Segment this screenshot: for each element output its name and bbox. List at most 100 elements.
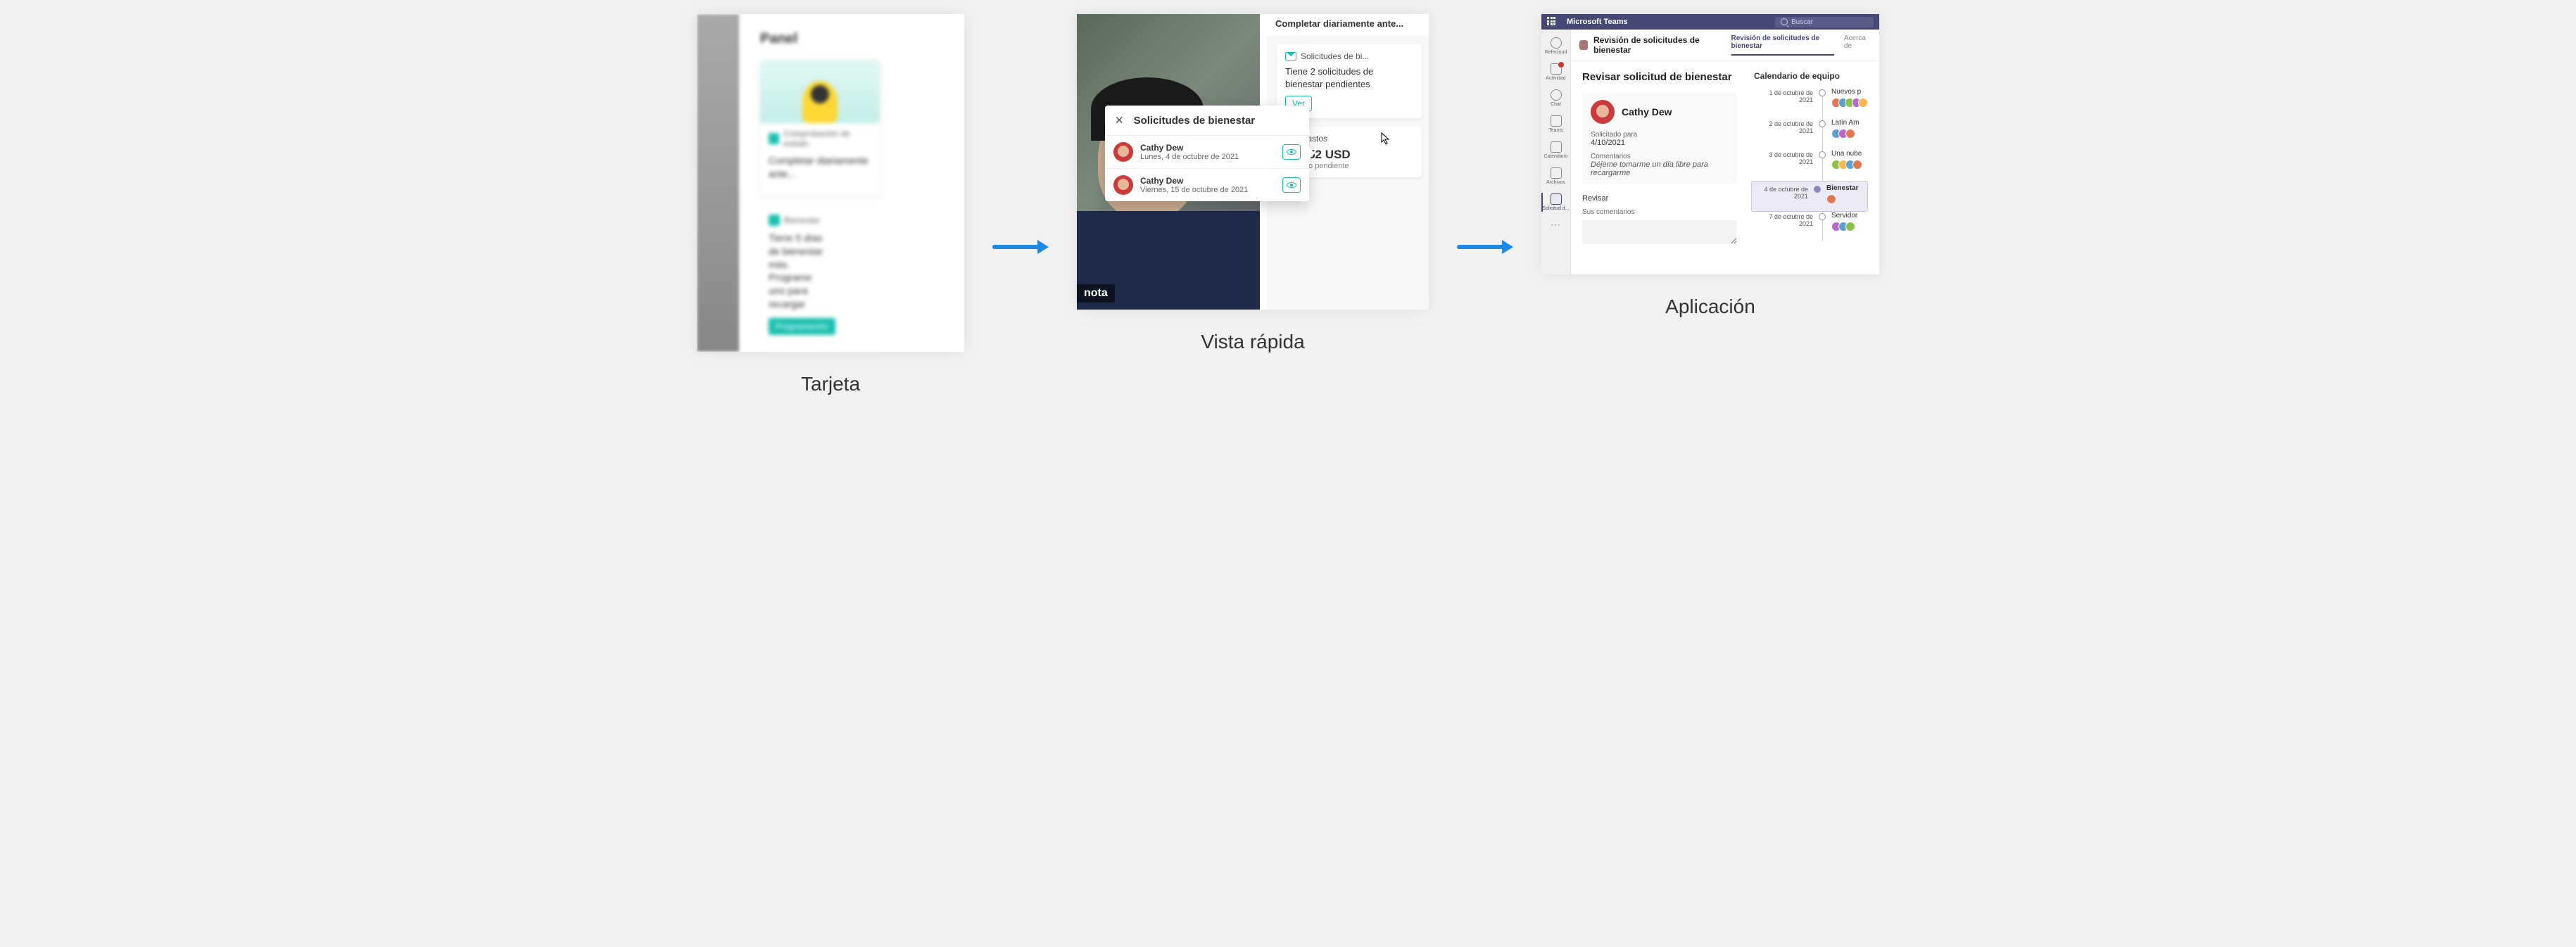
rail-item-actividad[interactable]: Actividad — [1541, 60, 1570, 84]
caption-tarjeta: Tarjeta — [697, 373, 964, 395]
teams-icon — [1551, 115, 1562, 127]
envelope-icon — [1285, 52, 1296, 61]
rail-label: Chat — [1551, 102, 1561, 107]
request-row[interactable]: Cathy Dew Viernes, 15 de octubre de 2021 — [1105, 169, 1309, 201]
app-title: Revisión de solicitudes de bienestar — [1593, 35, 1719, 55]
callout-arrow-icon — [1309, 148, 1315, 159]
card-tag: Comprobación de estado — [783, 129, 871, 148]
notification-badge — [1558, 61, 1565, 68]
section-title: Calendario de equipo — [1754, 71, 1868, 81]
event-date: 4 de octubre de 2021 — [1752, 184, 1808, 200]
event-date: 3 de octubre de 2021 — [1754, 150, 1813, 165]
view-icon-button[interactable] — [1282, 144, 1301, 160]
flow-arrow-icon — [992, 243, 1049, 250]
timeline-dot-icon — [1819, 89, 1826, 96]
calendar-column: Calendario de equipo 1 de octubre de 202… — [1754, 71, 1868, 265]
rail-label: Actividad — [1546, 76, 1565, 81]
field-value: Déjeme tomarme un día libre para recarga… — [1591, 160, 1729, 177]
timeline-event-selected[interactable]: 4 de octubre de 2021 Bienestar — [1751, 181, 1868, 212]
tab-revision[interactable]: Revisión de solicitudes de bienestar — [1731, 34, 1834, 56]
comments-textarea[interactable] — [1582, 220, 1737, 244]
panel-aplicacion: Microsoft Teams Buscar Refecloud Activid… — [1541, 14, 1879, 274]
card-status-check[interactable]: Comprobación de estado Completar diariam… — [760, 60, 880, 196]
request-card: Cathy Dew Solicitado para 4/10/2021 Come… — [1582, 93, 1737, 184]
search-icon — [1781, 18, 1788, 25]
close-icon[interactable]: ✕ — [1115, 114, 1124, 127]
rail-item-solicitud[interactable]: Solicitud d... — [1541, 190, 1570, 215]
rail-label: Calendario — [1544, 154, 1568, 159]
caption-aplicacion: Aplicación — [1541, 295, 1879, 318]
eye-icon — [1287, 182, 1296, 188]
field-value: 4/10/2021 — [1591, 139, 1729, 147]
rail-label: Archivos — [1546, 180, 1565, 185]
event-date: 1 de octubre de 2021 — [1754, 88, 1813, 103]
rail-label: Solicitud d... — [1542, 206, 1569, 211]
event-date: 2 de octubre de 2021 — [1754, 119, 1813, 134]
person-name: Cathy Dew — [1622, 106, 1672, 117]
photo-tag: nota — [1077, 284, 1115, 303]
teams-app-rail: Refecloud Actividad Chat Teams Calendari… — [1541, 30, 1571, 274]
event-title: Servidor — [1831, 212, 1868, 220]
search-placeholder: Buscar — [1791, 18, 1813, 26]
avatar — [1113, 142, 1133, 162]
person-name: Cathy Dew — [1140, 176, 1275, 186]
person-name: Cathy Dew — [1140, 143, 1275, 153]
card-body: Tiene 2 solicitudes de bienestar pendien… — [1285, 65, 1413, 90]
quick-view-popup: ✕ Solicitudes de bienestar Cathy Dew Lun… — [1105, 106, 1309, 201]
app-header: Revisión de solicitudes de bienestar Rev… — [1571, 30, 1879, 61]
review-column: Revisar solicitud de bienestar Cathy Dew… — [1582, 71, 1737, 265]
files-icon — [1551, 167, 1562, 179]
rail-item-chat[interactable]: Chat — [1541, 86, 1570, 110]
rail-item-archivos[interactable]: Archivos — [1541, 164, 1570, 189]
search-input[interactable]: Buscar — [1775, 17, 1874, 27]
flow-arrow-icon — [1457, 243, 1513, 250]
timeline-event[interactable]: 2 de octubre de 2021 Latín Am — [1754, 119, 1868, 150]
field-label: Sus comentarios — [1582, 208, 1737, 216]
spa-icon — [769, 215, 780, 226]
card-title: Bienestar — [784, 215, 820, 225]
panel-vista-rapida: nota Completar diariamente ante... Solic… — [1077, 14, 1429, 310]
app-brand: Microsoft Teams — [1567, 18, 1628, 26]
calendar-icon — [1551, 141, 1562, 153]
eye-icon — [1287, 149, 1296, 155]
schedule-button[interactable]: Programación — [769, 318, 835, 335]
view-icon-button[interactable] — [1282, 177, 1301, 193]
timeline-event[interactable]: 7 de octubre de 2021 Servidor — [1754, 212, 1868, 243]
avatar — [1591, 100, 1615, 124]
event-date: 7 de octubre de 2021 — [1754, 212, 1813, 227]
rail-item-refecloud[interactable]: Refecloud — [1541, 34, 1570, 58]
timeline-dot-icon — [1819, 151, 1826, 158]
timeline-event[interactable]: 1 de octubre de 2021 Nuevos p — [1754, 88, 1868, 119]
timeline-dot-icon — [1819, 120, 1826, 127]
tab-acerca-de[interactable]: Acerca de — [1844, 34, 1871, 56]
event-title: Bienestar — [1826, 184, 1864, 192]
panel-tarjeta: Panel Comprobación de estado Completar d… — [697, 14, 964, 352]
rail-item-calendario[interactable]: Calendario — [1541, 138, 1570, 163]
mouse-cursor-icon — [1381, 132, 1391, 145]
heart-icon — [769, 133, 779, 144]
dashboard-title: Panel — [697, 14, 964, 47]
request-row[interactable]: Cathy Dew Lunes, 4 de octubre de 2021 — [1105, 136, 1309, 169]
avatar — [1113, 175, 1133, 195]
card-body: Tiene 5 días de bienestar más. Programe … — [769, 231, 829, 311]
field-label: Comentarios — [1591, 153, 1729, 160]
field-label: Solicitado para — [1591, 131, 1729, 139]
card-wellness[interactable]: Bienestar Tiene 5 días de bienestar más.… — [760, 206, 838, 343]
timeline-dot-icon — [1819, 213, 1826, 220]
rail-label: Teams — [1548, 128, 1563, 133]
rail-more-icon[interactable]: ⋯ — [1551, 219, 1561, 231]
waffle-icon[interactable] — [1547, 17, 1557, 27]
hero-photo-strip — [697, 14, 739, 352]
section-label: Revisar — [1582, 194, 1737, 203]
request-date: Viernes, 15 de octubre de 2021 — [1140, 186, 1275, 194]
rail-item-teams[interactable]: Teams — [1541, 112, 1570, 136]
card-illustration — [760, 60, 880, 123]
event-title: Nuevos p — [1831, 88, 1868, 96]
timeline-event[interactable]: 3 de octubre de 2021 Una nube — [1754, 150, 1868, 181]
app-logo-icon — [1579, 40, 1588, 50]
card-body: Completar diariamente ante... — [769, 154, 871, 181]
event-title: Una nube — [1831, 150, 1868, 158]
event-title: Latín Am — [1831, 119, 1868, 127]
teams-title-bar: Microsoft Teams Buscar — [1541, 14, 1879, 30]
card-cut-top: Completar diariamente ante... — [1267, 14, 1429, 36]
